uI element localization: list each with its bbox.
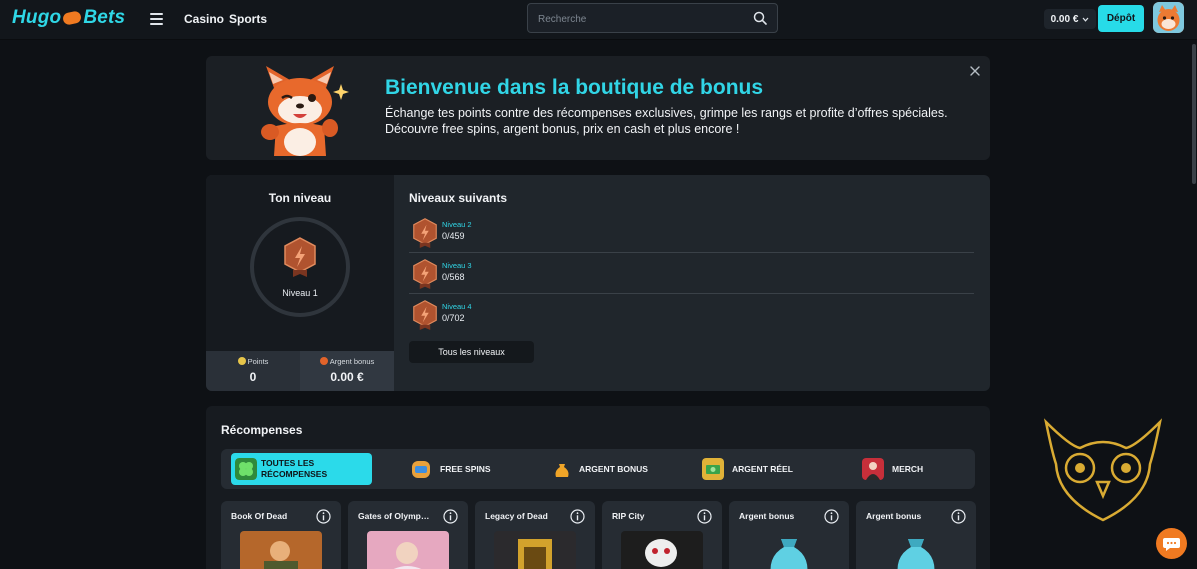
points-coin-icon — [237, 357, 246, 365]
all-levels-button[interactable]: Tous les niveaux — [409, 341, 534, 363]
reward-card[interactable]: Argent bonus — [729, 501, 849, 569]
rewards-title: Récompenses — [221, 423, 303, 437]
nav-casino[interactable]: Casino — [184, 12, 224, 26]
chat-button[interactable] — [1156, 528, 1187, 559]
money-bag-icon — [555, 464, 569, 477]
close-icon[interactable] — [968, 64, 982, 78]
scrollbar-thumb[interactable] — [1192, 44, 1196, 184]
current-level-panel: Ton niveau Niveau 1 Points 0 Argent bonu… — [206, 175, 394, 391]
reward-card-title: Book Of Dead — [231, 511, 288, 521]
filter-all-rewards[interactable]: TOUTES LES RÉCOMPENSES — [231, 453, 372, 485]
balance-dropdown[interactable]: 0.00 € — [1044, 9, 1096, 29]
next-level-progress: 0/702 — [442, 313, 465, 323]
bonus-money-stat: Argent bonus 0.00 € — [300, 351, 394, 391]
nav-sports[interactable]: Sports — [229, 12, 267, 26]
filter-free-spins[interactable]: FREE SPINS — [410, 453, 530, 485]
cash-icon — [702, 458, 724, 480]
next-level-row: Niveau 3 0/568 — [409, 256, 974, 296]
reward-card-title: Argent bonus — [866, 511, 922, 521]
bronze-medal-icon — [413, 259, 437, 289]
points-value: 0 — [249, 370, 257, 384]
page-scrollbar[interactable] — [1191, 40, 1197, 569]
owl-watermark-icon — [1043, 418, 1163, 522]
menu-icon[interactable] — [150, 13, 163, 25]
current-level-label: Niveau 1 — [282, 288, 318, 298]
next-level-progress: 0/568 — [442, 272, 465, 282]
game-thumbnail — [367, 531, 449, 569]
hugobets-logo[interactable]: Hugo Bets — [12, 7, 125, 29]
rewards-section: Récompenses TOUTES LES RÉCOMPENSES FREE … — [206, 406, 990, 569]
avatar-mascot-icon — [1153, 2, 1184, 33]
game-thumbnail — [240, 531, 322, 569]
filter-label: TOUTES LES RÉCOMPENSES — [261, 458, 328, 479]
next-level-row: Niveau 4 0/702 — [409, 297, 974, 337]
next-level-name: Niveau 4 — [442, 302, 472, 311]
reward-card-title: Argent bonus — [739, 511, 795, 521]
game-thumbnail — [621, 531, 703, 569]
logo-text-bets: Bets — [83, 7, 126, 28]
slot-machine-icon — [412, 461, 430, 478]
banner-title: Bienvenue dans la boutique de bonus — [385, 76, 764, 99]
avatar[interactable] — [1153, 2, 1184, 33]
points-stat: Points 0 — [206, 351, 300, 391]
info-icon[interactable] — [570, 509, 585, 524]
bonus-money-value: 0.00 € — [330, 370, 364, 384]
logo-ball-icon — [62, 10, 83, 26]
info-icon[interactable] — [697, 509, 712, 524]
reward-card-title: Gates of Olymp… — [358, 511, 430, 521]
reward-card[interactable]: Book Of Dead — [221, 501, 341, 569]
divider — [409, 293, 974, 294]
filter-label: MERCH — [892, 463, 924, 474]
chevron-down-icon — [1082, 17, 1089, 22]
reward-card-title: RIP City — [612, 511, 645, 521]
welcome-banner: Bienvenue dans la boutique de bonus Écha… — [206, 56, 990, 160]
info-icon[interactable] — [316, 509, 331, 524]
filter-merch[interactable]: MERCH — [862, 453, 962, 485]
bonus-money-icon — [319, 357, 328, 365]
filter-bonus-money[interactable]: ARGENT BONUS — [551, 453, 681, 485]
merch-icon — [862, 458, 884, 480]
next-level-row: Niveau 2 0/459 — [409, 215, 974, 255]
logo-text-hugo: Hugo — [12, 7, 62, 28]
rewards-filter-bar: TOUTES LES RÉCOMPENSES FREE SPINS ARGENT… — [221, 449, 975, 489]
bronze-medal-icon — [413, 218, 437, 248]
filter-real-money[interactable]: ARGENT RÉEL — [702, 453, 832, 485]
search-input[interactable] — [538, 11, 738, 27]
reward-card[interactable]: RIP City — [602, 501, 722, 569]
next-levels-title: Niveaux suivants — [409, 191, 508, 205]
level-progress-ring: Niveau 1 — [250, 217, 350, 317]
reward-card[interactable]: Legacy of Dead — [475, 501, 595, 569]
info-icon[interactable] — [443, 509, 458, 524]
reward-card[interactable]: Argent bonus — [856, 501, 976, 569]
current-level-title: Ton niveau — [268, 191, 332, 205]
chat-icon — [1163, 538, 1180, 551]
bonus-money-bag-icon — [897, 539, 935, 569]
red-panda-mascot-icon — [261, 66, 349, 156]
points-label: Points — [247, 357, 269, 366]
banner-description: Échange tes points contre des récompense… — [385, 106, 948, 136]
game-thumbnail — [494, 531, 576, 569]
search-box[interactable] — [527, 3, 778, 33]
reward-card-title: Legacy of Dead — [485, 511, 548, 521]
bronze-medal-icon — [284, 237, 316, 277]
balance-value: 0.00 € — [1050, 13, 1079, 25]
deposit-button[interactable]: Dépôt — [1098, 5, 1144, 32]
bonus-money-bag-icon — [770, 539, 808, 569]
reward-card[interactable]: Gates of Olymp… — [348, 501, 468, 569]
top-header: Hugo Bets Casino Sports 0.00 € Dépôt — [0, 0, 1197, 40]
bronze-medal-icon — [413, 300, 437, 330]
bonus-money-label: Argent bonus — [329, 357, 375, 366]
next-level-name: Niveau 3 — [442, 261, 472, 270]
filter-label: ARGENT BONUS — [579, 463, 648, 474]
next-level-progress: 0/459 — [442, 231, 465, 241]
search-icon[interactable] — [753, 11, 767, 25]
clover-icon — [235, 458, 257, 480]
next-level-name: Niveau 2 — [442, 220, 472, 229]
info-icon[interactable] — [951, 509, 966, 524]
level-card: Ton niveau Niveau 1 Points 0 Argent bonu… — [206, 175, 990, 391]
filter-label: FREE SPINS — [440, 463, 491, 474]
info-icon[interactable] — [824, 509, 839, 524]
filter-label: ARGENT RÉEL — [732, 463, 793, 474]
divider — [409, 252, 974, 253]
